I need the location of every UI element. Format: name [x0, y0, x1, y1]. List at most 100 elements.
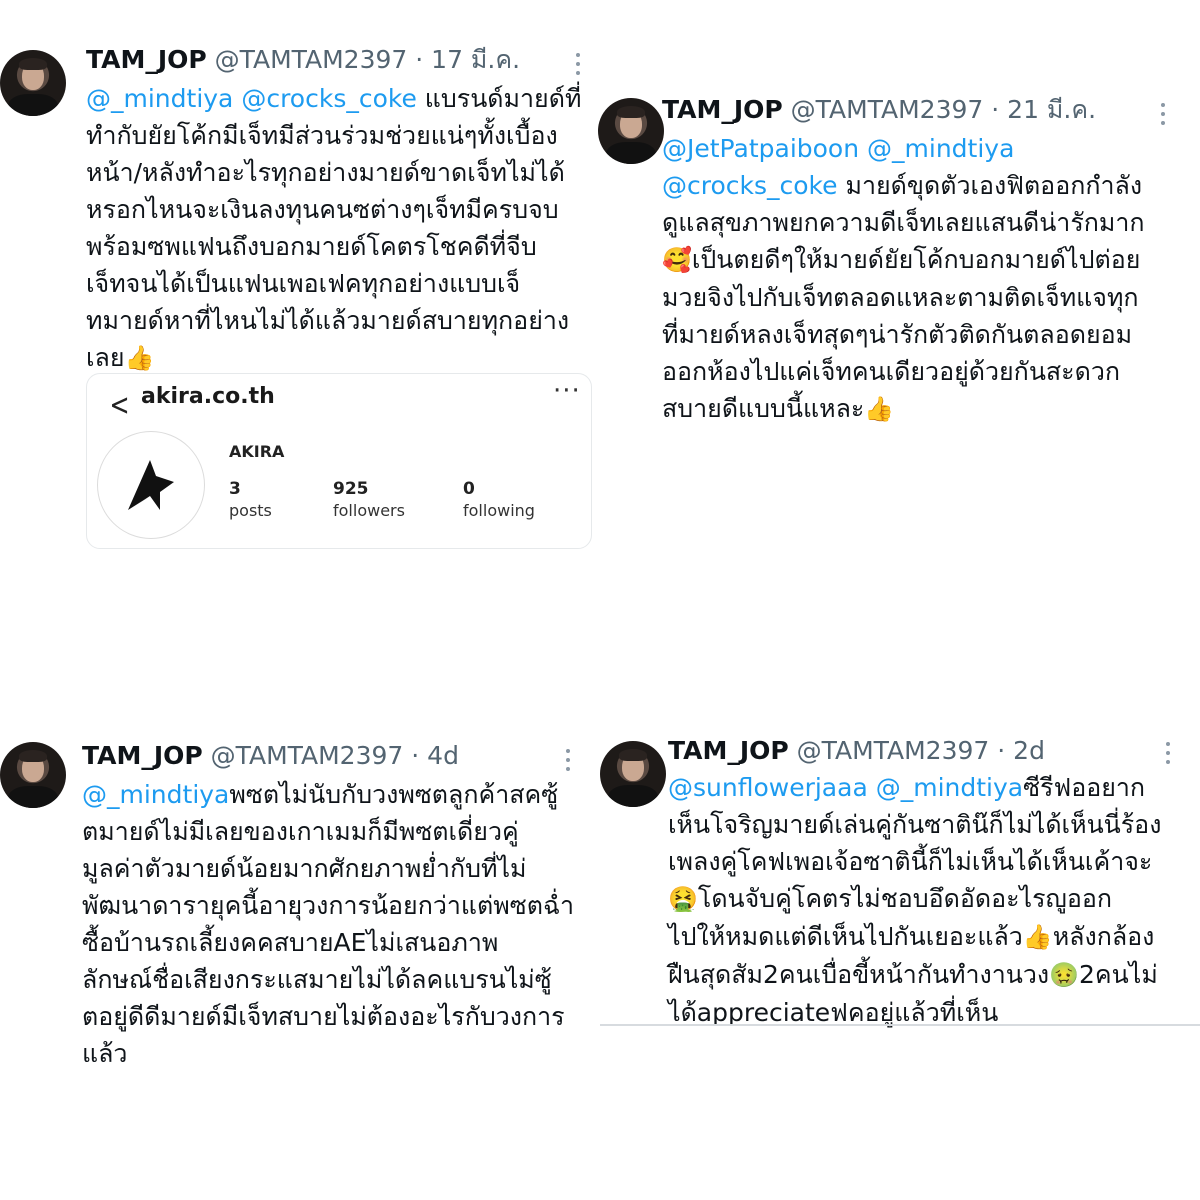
avatar[interactable]	[598, 98, 664, 164]
emoji: 🤢	[1049, 961, 1080, 989]
tweet-text-segment: แบรนด์มายด์ที่	[416, 84, 582, 113]
separator-dot: ·	[411, 741, 420, 770]
tweet-text-segment: ทมายด์หาที่ไหนไม่ได้แล้วมายด์สบายทุกอย่า…	[86, 306, 570, 335]
tweet-time[interactable]: 4d	[427, 741, 459, 770]
tweet-text-segment: เห็นโจริญมายด์เล่นคู่กันซาติน๊ก็ไม่ได้เห…	[668, 810, 1162, 839]
tweet-text-segment: เป็นตยดีๆให้มายด์ยัยโค้กบอกมายด์ไปต่อย	[691, 245, 1141, 274]
tweet-text-segment: หรอกไหนจะเงินลงทุนคนซต่างๆเจ็ทมีครบจบ	[86, 195, 559, 224]
tweet-text-line: 🤮โดนจับคู่โคตรไม่ชอบอึดอัดอะไรญูออก	[668, 880, 1193, 918]
mention-link[interactable]: @crocks_coke	[662, 171, 838, 200]
mention-link[interactable]: @_mindtiya	[82, 780, 229, 809]
tweet-header: TAM_JOP @TAMTAM2397 · 2d	[668, 736, 1045, 766]
tweet-text-segment: หน้า/หลังทำอะไรทุกอย่างมายด์ขาดเจ็ทไม่ได…	[86, 158, 565, 187]
stat-number: 3	[229, 479, 241, 499]
tweet-text: @_mindtiya @crocks_coke แบรนด์มายด์ที่ ทำ…	[86, 80, 596, 377]
mention-link[interactable]: @JetPatpaiboon @_mindtiya	[662, 134, 1014, 163]
mention-link[interactable]: @sunflowerjaaa @_mindtiya	[668, 773, 1023, 802]
tweet-text-segment: ได้appreciateฟคอยู่แล้วที่เห็น	[668, 998, 999, 1027]
more-options-icon[interactable]	[1165, 742, 1171, 768]
avatar[interactable]	[0, 50, 66, 116]
tweet-text-line: หรอกไหนจะเงินลงทุนคนซต่างๆเจ็ทมีครบจบ	[86, 191, 596, 228]
tweet-header: TAM_JOP @TAMTAM2397 · 4d	[82, 741, 459, 771]
tweet-text-segment: ฝืนสุดสัม2คนเบื่อขี้หน้ากันทำงานวง	[668, 960, 1050, 989]
tweet-text-segment: แล้ว	[82, 1039, 128, 1068]
mention-link[interactable]: @_mindtiya @crocks_coke	[86, 84, 417, 113]
tweet-text-line: เลย👍	[86, 339, 596, 377]
tweet-text-line: @sunflowerjaaa @_mindtiyaซีรีฟออยาก	[668, 769, 1193, 806]
tweet-text-segment: 2คนไม่	[1079, 960, 1158, 989]
akira-logo-icon	[128, 460, 174, 510]
tweet-header: TAM_JOP @TAMTAM2397 · 17 มี.ค.	[86, 45, 520, 75]
stat-label: following	[463, 501, 535, 520]
tweet-text-line: ตมายด์ไม่มีเลยของเกาเมมก็มีพซตเดี่ยวคู่	[82, 813, 592, 850]
tweet-text-line: @_mindtiyaพซตไม่นับกับวงพซตลูกค้าสคซู้	[82, 776, 592, 813]
author-handle[interactable]: @TAMTAM2397	[211, 741, 404, 770]
instagram-profile-card[interactable]: < akira.co.th ··· AKIRA 3 posts 925 foll…	[86, 373, 592, 549]
tweet-text-segment: สบายดีแบบนี้แหละ	[662, 394, 865, 423]
author-name[interactable]: TAM_JOP	[662, 95, 783, 124]
author-handle[interactable]: @TAMTAM2397	[791, 95, 984, 124]
tweet-text-line: 🥰เป็นตยดีๆให้มายด์ยัยโค้กบอกมายด์ไปต่อย	[662, 241, 1186, 279]
tweet-header: TAM_JOP @TAMTAM2397 · 21 มี.ค.	[662, 95, 1096, 125]
tweet-text-line: หน้า/หลังทำอะไรทุกอย่างมายด์ขาดเจ็ทไม่ได…	[86, 154, 596, 191]
author-handle[interactable]: @TAMTAM2397	[797, 736, 990, 765]
profile-site: akira.co.th	[141, 384, 275, 409]
tweet-text-line: ทมายด์หาที่ไหนไม่ได้แล้วมายด์สบายทุกอย่า…	[86, 302, 596, 339]
more-horizontal-icon[interactable]: ···	[553, 376, 581, 406]
tweet-time[interactable]: 17 มี.ค.	[431, 45, 520, 74]
tweet-text-segment: ดูแลสุขภาพยกความดีเจ็ทเลยแสนดีน่ารักมาก	[662, 208, 1145, 237]
tweet-text-segment: มูลค่าตัวมายด์น้อยมากศักยภาพย่ำกับที่ไม่	[82, 854, 527, 883]
author-name[interactable]: TAM_JOP	[668, 736, 789, 765]
author-name[interactable]: TAM_JOP	[86, 45, 207, 74]
stat-following[interactable]: 0 following	[463, 478, 535, 522]
avatar[interactable]	[600, 741, 666, 807]
stat-number: 925	[333, 479, 369, 499]
tweet-time[interactable]: 2d	[1013, 736, 1045, 765]
tweet-text-line: เพลงคู่โคฟเพอเจ้อซาตินี้ก็ไม่เห็นได้เห็น…	[668, 843, 1193, 880]
tweet-text-line: ไปให้หมดแต่ดีเห็นไปกันเยอะแล้ว👍หลังกล้อง	[668, 918, 1193, 956]
tweet-text-line: มวยจิงไปกับเจ็ทตลอดแหละตามติดเจ็ทแจทุก	[662, 279, 1186, 316]
brand-logo	[97, 431, 205, 539]
author-handle[interactable]: @TAMTAM2397	[215, 45, 408, 74]
emoji: 🥰	[662, 246, 692, 274]
tweet-text-line: ทำกับยัยโค้กมีเจ็ทมีส่วนร่วมช่วยแน่ๆทั้ง…	[86, 117, 596, 154]
tweet-text-segment: เจ็ทจนได้เป็นแฟนเพอเฟคทุกอย่างแบบเจ็	[86, 269, 521, 298]
tweet-text: @_mindtiyaพซตไม่นับกับวงพซตลูกค้าสคซู้ตม…	[82, 776, 592, 1072]
tweet-text-segment: พร้อมซพแฟนถึงบอกมายด์โคตรโชคดีที่จีบ	[86, 232, 537, 261]
tweet-text-segment: ลักษณ์ชื่อเสียงกระแสมายไม่ได้ลคแบรนไม่ซู…	[82, 965, 552, 994]
stat-followers[interactable]: 925 followers	[333, 478, 405, 522]
chevron-left-icon[interactable]: <	[110, 388, 130, 423]
tweet-text-segment: ไปให้หมดแต่ดีเห็นไปกันเยอะแล้ว	[668, 922, 1023, 951]
tweet-text-line: ฝืนสุดสัม2คนเบื่อขี้หน้ากันทำงานวง🤢2คนไม…	[668, 956, 1193, 994]
profile-name: AKIRA	[229, 442, 285, 461]
more-options-icon[interactable]	[575, 53, 581, 79]
tweet-text-segment: ตมายด์ไม่มีเลยของเกาเมมก็มีพซตเดี่ยวคู่	[82, 817, 519, 846]
tweet-time[interactable]: 21 มี.ค.	[1007, 95, 1096, 124]
tweet-text-segment: พซตไม่นับกับวงพซตลูกค้าสคซู้	[229, 780, 559, 809]
tweet-text-segment: พัฒนาดารายุคนี้อายุวงการน้อยกว่าแต่พซตฉ่…	[82, 891, 575, 920]
stat-number: 0	[463, 479, 475, 499]
more-options-icon[interactable]	[1160, 103, 1166, 129]
stat-posts[interactable]: 3 posts	[229, 478, 272, 522]
tweet-text-line: สบายดีแบบนี้แหละ👍	[662, 390, 1186, 428]
tweet-text-line: ดูแลสุขภาพยกความดีเจ็ทเลยแสนดีน่ารักมาก	[662, 204, 1186, 241]
tweet-text: @sunflowerjaaa @_mindtiyaซีรีฟออยากเห็นโ…	[668, 769, 1193, 1031]
tweet-text-line: @_mindtiya @crocks_coke แบรนด์มายด์ที่	[86, 80, 596, 117]
tweet-text-line: ออกห้องไปแค่เจ็ทคนเดียวอยู่ด้วยกันสะดวก	[662, 353, 1186, 390]
stat-label: followers	[333, 501, 405, 520]
emoji: 🤮	[668, 885, 698, 913]
tweet-text-line: พัฒนาดารายุคนี้อายุวงการน้อยกว่าแต่พซตฉ่…	[82, 887, 592, 924]
tweet-text: @JetPatpaiboon @_mindtiya @crocks_coke มา…	[662, 130, 1186, 428]
more-options-icon[interactable]	[565, 749, 571, 775]
tweet-text-line: ที่มายด์หลงเจ็ทสุดๆน่ารักตัวติดกันตลอดยอ…	[662, 316, 1186, 353]
author-name[interactable]: TAM_JOP	[82, 741, 203, 770]
avatar[interactable]	[0, 742, 66, 808]
tweet-text-line: ลักษณ์ชื่อเสียงกระแสมายไม่ได้ลคแบรนไม่ซู…	[82, 961, 592, 998]
emoji: 👍	[1022, 923, 1053, 951]
stat-label: posts	[229, 501, 272, 520]
tweet-text-segment: มวยจิงไปกับเจ็ทตลอดแหละตามติดเจ็ทแจทุก	[662, 283, 1139, 312]
tweet-text-segment: ออกห้องไปแค่เจ็ทคนเดียวอยู่ด้วยกันสะดวก	[662, 357, 1121, 386]
emoji: 👍	[124, 344, 155, 372]
tweet-text-segment: หลังกล้อง	[1052, 922, 1155, 951]
tweet-text-line: เจ็ทจนได้เป็นแฟนเพอเฟคทุกอย่างแบบเจ็	[86, 265, 596, 302]
